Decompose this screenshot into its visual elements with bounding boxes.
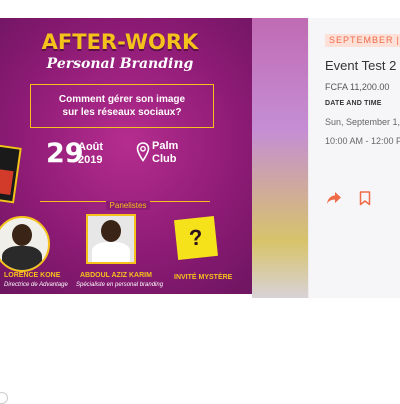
mystery-guest-icon: ? [174,216,218,260]
banner-date-month-year: Août 2019 [78,141,104,166]
event-month: SEPTEMBER [329,35,394,45]
radio-indicator[interactable] [0,392,8,404]
share-icon [327,192,341,204]
event-details-panel: SEPTEMBER|01 Event Test 2 FCFA 11,200.00… [308,18,400,298]
banner-blur-edge [252,18,308,298]
event-title[interactable]: Event Test 2 [325,58,396,73]
banner-question: Comment gérer son image sur les réseaux … [30,84,214,128]
panelist-1-name: LORENCE KONE [4,272,61,279]
event-date-badge: SEPTEMBER|01 [325,34,400,47]
event-card[interactable]: AFTER-WORK Personal Branding Comment gér… [0,0,400,298]
panelist-2-name: ABDOUL AZIZ KARIM [80,272,152,279]
bookmark-button[interactable] [357,190,373,206]
panelist-2-photo [86,214,136,264]
event-date: Sun, September 1, [325,117,400,127]
banner-subtitle: Personal Branding [46,56,194,72]
event-price: FCFA 11,200.00 [325,82,390,92]
banner-venue: Palm Club [152,140,179,165]
panelist-1-photo [0,216,50,272]
panelist-1-role: Directrice de Advantage [4,282,68,288]
panelist-2-role: Spécialiste en personal branding [76,282,164,288]
event-banner-image[interactable]: AFTER-WORK Personal Branding Comment gér… [0,18,257,294]
banner-date-venue: 29 Août 2019 Palm Club [46,138,196,182]
date-time-label: DATE AND TIME [325,100,382,107]
panel-label: Panelistes [105,201,151,210]
bookmark-icon [359,190,371,205]
banner-title: AFTER-WORK [41,30,199,54]
mystery-symbol: ? [187,224,204,251]
event-time: 10:00 AM - 12:00 P [325,136,400,146]
share-button[interactable] [326,190,342,206]
panelist-3-name: INVITÉ MYSTÈRE [174,274,233,281]
location-pin-icon [136,142,150,162]
